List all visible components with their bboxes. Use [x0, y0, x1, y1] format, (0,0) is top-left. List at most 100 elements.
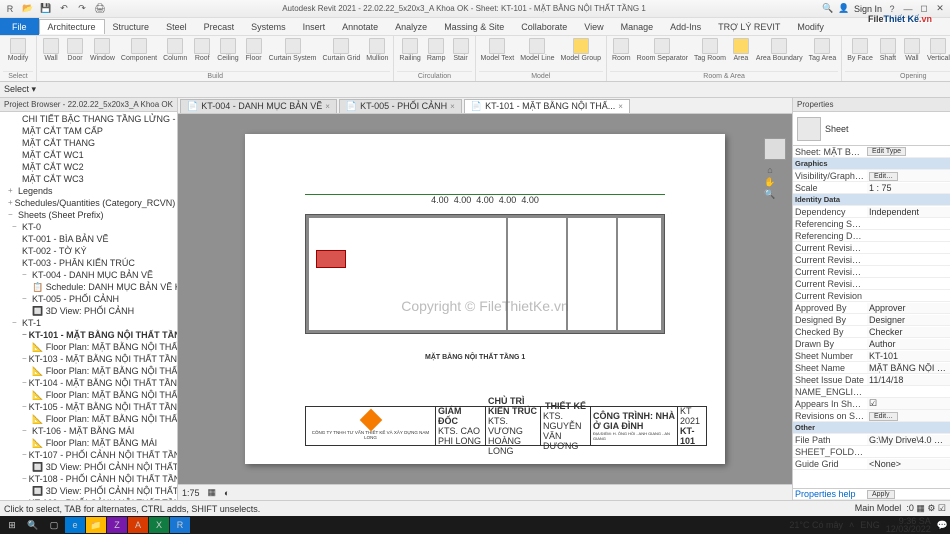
property-row[interactable]: SHEET_FOLDER: [793, 446, 950, 458]
tree-item[interactable]: MẶT CẮT THANG: [0, 137, 177, 149]
edit-button[interactable]: Edit…: [869, 172, 898, 181]
door-button[interactable]: Door: [64, 37, 86, 63]
tree-item[interactable]: 🔲 3D View: PHỐI CẢNH NỘI THẤT TẦNG LỬNG: [0, 485, 177, 497]
tab-modify[interactable]: Modify: [789, 20, 833, 34]
tab-structure[interactable]: Structure: [105, 20, 159, 34]
modelline-button[interactable]: Model Line: [518, 37, 556, 63]
autocad-icon[interactable]: A: [128, 517, 148, 533]
task-view-icon[interactable]: ▢: [44, 517, 64, 533]
component-button[interactable]: Component: [119, 37, 159, 63]
floor-plan-view[interactable]: [305, 214, 665, 334]
properties-help-link[interactable]: Properties help: [793, 489, 867, 499]
tree-item[interactable]: CHI TIẾT BẬC THANG TẦNG LỬNG - TẦNG 2: [0, 113, 177, 125]
byface-button[interactable]: By Face: [845, 37, 875, 63]
tree-item[interactable]: 📐 Floor Plan: MẶT BẰNG NỘI THẤT TẦNG LỬN…: [0, 389, 177, 401]
apply-button[interactable]: Apply: [867, 490, 895, 499]
view-cube[interactable]: [764, 138, 786, 160]
tree-item[interactable]: −KT-103 - MẶT BẰNG NỘI THẤT TẦNG 2: [0, 353, 177, 365]
tree-item[interactable]: −KT-107 - PHỐI CẢNH NỘI THẤT TẦNG 1: [0, 449, 177, 461]
tab-analyze[interactable]: Analyze: [387, 20, 436, 34]
property-row[interactable]: DependencyIndependent: [793, 206, 950, 218]
tab-addins[interactable]: Add-Ins: [662, 20, 710, 34]
tab-precast[interactable]: Precast: [196, 20, 244, 34]
notifications-icon[interactable]: 💬: [937, 520, 948, 531]
property-row[interactable]: Checked ByChecker: [793, 326, 950, 338]
tree-item[interactable]: 📐 Floor Plan: MẶT BẰNG NỘI THẤT TẦNG 3: [0, 413, 177, 425]
zalo-icon[interactable]: Z: [107, 517, 127, 533]
edit-type-button[interactable]: Edit Type: [867, 147, 906, 156]
zoom-icon[interactable]: 🔍: [764, 188, 776, 200]
undo-icon[interactable]: ↶: [58, 3, 70, 15]
property-row[interactable]: NAME_ENGLISH: [793, 386, 950, 398]
tree-item[interactable]: −KT-108 - PHỐI CẢNH NỘI THẤT TẦNG LỬNG: [0, 473, 177, 485]
document-tab[interactable]: 📄KT-005 - PHỐI CẢNH×: [339, 99, 462, 113]
column-button[interactable]: Column: [161, 37, 189, 63]
tree-item[interactable]: −KT-101 - MẶT BẰNG NỘI THẤT TẦNG 1: [0, 329, 177, 341]
property-row[interactable]: Referencing Sh…: [793, 218, 950, 230]
property-row[interactable]: Sheet NumberKT-101: [793, 350, 950, 362]
room-button[interactable]: Room: [610, 37, 633, 63]
select-dropdown[interactable]: Select ▾: [4, 84, 36, 95]
property-row[interactable]: Current Revision: [793, 290, 950, 302]
property-row[interactable]: Designed ByDesigner: [793, 314, 950, 326]
ramp-button[interactable]: Ramp: [425, 37, 448, 63]
property-row[interactable]: Current Revisio…: [793, 242, 950, 254]
property-row[interactable]: Revisions on Sh…Edit…: [793, 410, 950, 422]
property-row[interactable]: Current Revisio…: [793, 266, 950, 278]
clock-date[interactable]: 12/03/2022: [886, 525, 931, 533]
property-row[interactable]: Sheet Issue Date11/14/18: [793, 374, 950, 386]
document-tab[interactable]: 📄KT-101 - MẶT BẰNG NỘI THẤ...×: [464, 99, 630, 113]
tree-item[interactable]: −KT-104 - MẶT BẰNG NỘI THẤT TẦNG LỬNG: [0, 377, 177, 389]
revit-icon[interactable]: R: [170, 517, 190, 533]
property-row[interactable]: Appears In Shee…☑: [793, 398, 950, 410]
tree-item[interactable]: MẶT CẮT TAM CẤP: [0, 125, 177, 137]
property-row[interactable]: Current Revisio…: [793, 254, 950, 266]
tab-collaborate[interactable]: Collaborate: [513, 20, 576, 34]
tab-steel[interactable]: Steel: [158, 20, 196, 34]
tree-item[interactable]: +Legends: [0, 185, 177, 197]
tree-item[interactable]: MẶT CẮT WC2: [0, 161, 177, 173]
worksharing-model[interactable]: Main Model: [855, 503, 902, 513]
curtainsystem-button[interactable]: Curtain System: [267, 37, 319, 63]
tagroom-button[interactable]: Tag Room: [692, 37, 728, 63]
search-icon[interactable]: 🔍: [822, 3, 834, 15]
shaft-button[interactable]: Shaft: [877, 37, 899, 63]
tagarea-button[interactable]: Tag Area: [807, 37, 839, 63]
start-icon[interactable]: ⊞: [2, 517, 22, 533]
close-icon[interactable]: ✕: [934, 3, 946, 15]
tree-item[interactable]: 🔲 3D View: PHỐI CẢNH NỘI THẤT TẦNG 1: [0, 461, 177, 473]
save-icon[interactable]: 💾: [40, 3, 52, 15]
curtaingrid-button[interactable]: Curtain Grid: [321, 37, 363, 63]
property-row[interactable]: Referencing Det…: [793, 230, 950, 242]
wall-button[interactable]: Wall: [901, 37, 923, 63]
instance-selector[interactable]: Sheet: MẶT BẰNG N…: [793, 147, 867, 157]
tree-item[interactable]: −KT-0: [0, 221, 177, 233]
vertical-button[interactable]: Vertical: [925, 37, 950, 63]
print-icon[interactable]: 🖨: [94, 3, 106, 15]
tree-item[interactable]: −Sheets (Sheet Prefix): [0, 209, 177, 221]
property-row[interactable]: Drawn ByAuthor: [793, 338, 950, 350]
tree-item[interactable]: −KT-109 - PHỐI CẢNH NỘI THẤT TẦNG 2: [0, 497, 177, 500]
modelgroup-button[interactable]: Model Group: [559, 37, 603, 63]
open-icon[interactable]: 📂: [22, 3, 34, 15]
tree-item[interactable]: 🔲 3D View: PHỐI CẢNH: [0, 305, 177, 317]
tab-trlrevit[interactable]: TRỢ LÝ REVIT: [710, 20, 789, 34]
mullion-button[interactable]: Mullion: [364, 37, 390, 63]
tree-item[interactable]: 📐 Floor Plan: MẶT BẰNG NỘI THẤT TẦNG 2: [0, 365, 177, 377]
excel-icon[interactable]: X: [149, 517, 169, 533]
redo-icon[interactable]: ↷: [76, 3, 88, 15]
property-row[interactable]: Sheet NameMẶT BẰNG NỘI …: [793, 362, 950, 374]
property-row[interactable]: Scale1 : 75: [793, 182, 950, 194]
property-row[interactable]: File PathG:\My Drive\4.0 …: [793, 434, 950, 446]
stair-button[interactable]: Stair: [450, 37, 472, 63]
roof-button[interactable]: Roof: [191, 37, 213, 63]
tree-item[interactable]: +Schedules/Quantities (Category_RCVN): [0, 197, 177, 209]
floor-button[interactable]: Floor: [243, 37, 265, 63]
tab-annotate[interactable]: Annotate: [334, 20, 387, 34]
tab-systems[interactable]: Systems: [243, 20, 295, 34]
search-taskbar-icon[interactable]: 🔍: [23, 517, 43, 533]
railing-button[interactable]: Railing: [397, 37, 422, 63]
tree-item[interactable]: KT-001 - BÌA BẢN VẼ: [0, 233, 177, 245]
property-row[interactable]: Visibility/Graphi…Edit…: [793, 170, 950, 182]
home-icon[interactable]: ⌂: [764, 164, 776, 176]
